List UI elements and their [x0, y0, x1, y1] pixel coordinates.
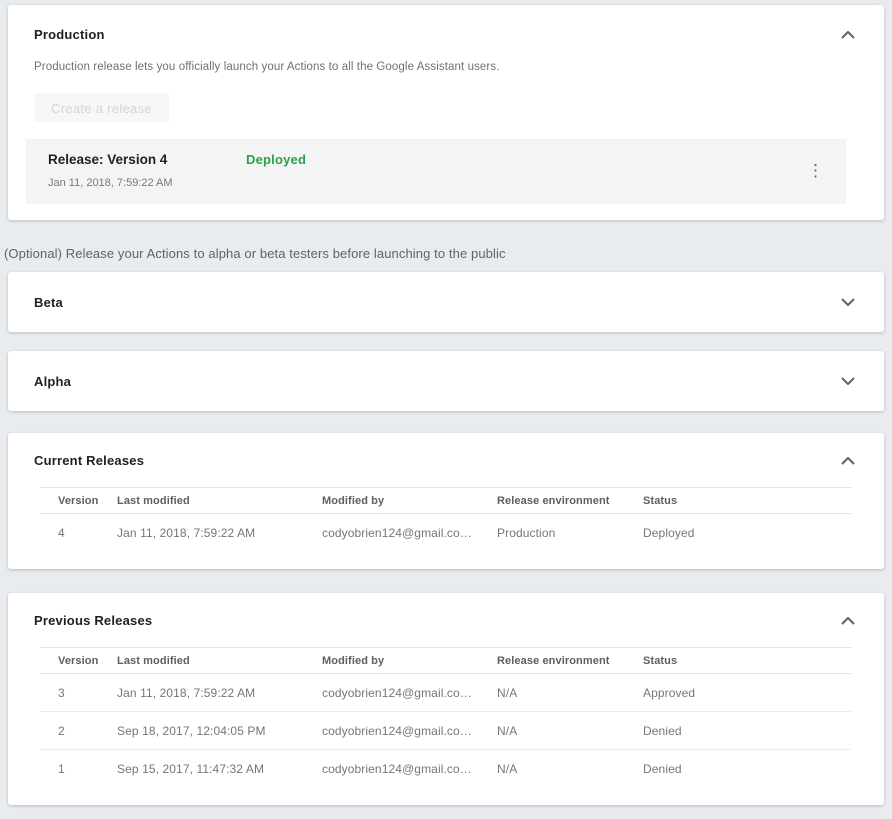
cell-version: 2	[40, 712, 117, 750]
column-header-modified-by: Modified by	[322, 488, 497, 514]
current-releases-title: Current Releases	[34, 453, 144, 468]
beta-expand-button[interactable]	[838, 296, 858, 308]
column-header-version: Version	[40, 488, 117, 514]
column-header-release-environment: Release environment	[497, 648, 643, 674]
cell-modified-by: codyobrien124@gmail.co…	[322, 750, 497, 788]
chevron-up-icon	[841, 31, 855, 39]
table-row: 2 Sep 18, 2017, 12:04:05 PM codyobrien12…	[40, 712, 851, 750]
production-card-header: Production	[34, 27, 858, 42]
previous-releases-card: Previous Releases Version Last modified …	[8, 593, 884, 805]
cell-last-modified: Sep 15, 2017, 11:47:32 AM	[117, 750, 322, 788]
column-header-last-modified: Last modified	[117, 488, 322, 514]
previous-releases-table: Version Last modified Modified by Releas…	[40, 647, 851, 787]
kebab-menu-icon: ⋮	[807, 161, 824, 180]
production-card: Production Production release lets you o…	[8, 5, 884, 220]
cell-status: Denied	[643, 750, 851, 788]
cell-last-modified: Sep 18, 2017, 12:04:05 PM	[117, 712, 322, 750]
column-header-status: Status	[643, 488, 851, 514]
create-release-button[interactable]: Create a release	[34, 93, 169, 122]
alpha-expand-button[interactable]	[838, 375, 858, 387]
alpha-title: Alpha	[34, 374, 71, 389]
cell-release-environment: N/A	[497, 712, 643, 750]
production-title: Production	[34, 27, 105, 42]
cell-status: Deployed	[643, 514, 851, 552]
cell-last-modified: Jan 11, 2018, 7:59:22 AM	[117, 674, 322, 712]
current-releases-card: Current Releases Version Last modified M…	[8, 433, 884, 569]
cell-status: Denied	[643, 712, 851, 750]
chevron-up-icon	[841, 457, 855, 465]
cell-release-environment: N/A	[497, 674, 643, 712]
cell-version: 1	[40, 750, 117, 788]
current-releases-header: Current Releases	[8, 453, 884, 468]
column-header-modified-by: Modified by	[322, 648, 497, 674]
table-header-row: Version Last modified Modified by Releas…	[40, 648, 851, 674]
previous-releases-title: Previous Releases	[34, 613, 152, 628]
cell-modified-by: codyobrien124@gmail.co…	[322, 712, 497, 750]
table-header-row: Version Last modified Modified by Releas…	[40, 488, 851, 514]
cell-modified-by: codyobrien124@gmail.co…	[322, 674, 497, 712]
release-info: Release: Version 4 Deployed Jan 11, 2018…	[48, 152, 306, 189]
chevron-down-icon	[841, 298, 855, 306]
previous-releases-header: Previous Releases	[8, 613, 884, 628]
current-releases-collapse-button[interactable]	[838, 455, 858, 467]
beta-card[interactable]: Beta	[8, 272, 884, 332]
cell-last-modified: Jan 11, 2018, 7:59:22 AM	[117, 514, 322, 552]
cell-version: 3	[40, 674, 117, 712]
column-header-last-modified: Last modified	[117, 648, 322, 674]
beta-title: Beta	[34, 295, 63, 310]
current-releases-table: Version Last modified Modified by Releas…	[40, 487, 851, 551]
cell-release-environment: Production	[497, 514, 643, 552]
release-overflow-menu-button[interactable]: ⋮	[799, 160, 832, 181]
release-item: Release: Version 4 Deployed Jan 11, 2018…	[26, 139, 846, 204]
cell-version: 4	[40, 514, 117, 552]
cell-status: Approved	[643, 674, 851, 712]
chevron-up-icon	[841, 617, 855, 625]
release-date: Jan 11, 2018, 7:59:22 AM	[48, 177, 306, 189]
chevron-down-icon	[841, 377, 855, 385]
release-status-badge: Deployed	[246, 152, 306, 167]
table-row: 3 Jan 11, 2018, 7:59:22 AM codyobrien124…	[40, 674, 851, 712]
table-row: 1 Sep 15, 2017, 11:47:32 AM codyobrien12…	[40, 750, 851, 788]
releases-page: Production Production release lets you o…	[0, 0, 892, 805]
production-collapse-button[interactable]	[838, 29, 858, 41]
table-row: 4 Jan 11, 2018, 7:59:22 AM codyobrien124…	[40, 514, 851, 552]
column-header-release-environment: Release environment	[497, 488, 643, 514]
cell-modified-by: codyobrien124@gmail.co…	[322, 514, 497, 552]
cell-release-environment: N/A	[497, 750, 643, 788]
release-title: Release: Version 4	[48, 152, 246, 167]
previous-releases-collapse-button[interactable]	[838, 615, 858, 627]
column-header-version: Version	[40, 648, 117, 674]
column-header-status: Status	[643, 648, 851, 674]
alpha-card[interactable]: Alpha	[8, 351, 884, 411]
production-description: Production release lets you officially l…	[34, 61, 858, 73]
optional-note: (Optional) Release your Actions to alpha…	[4, 246, 884, 261]
